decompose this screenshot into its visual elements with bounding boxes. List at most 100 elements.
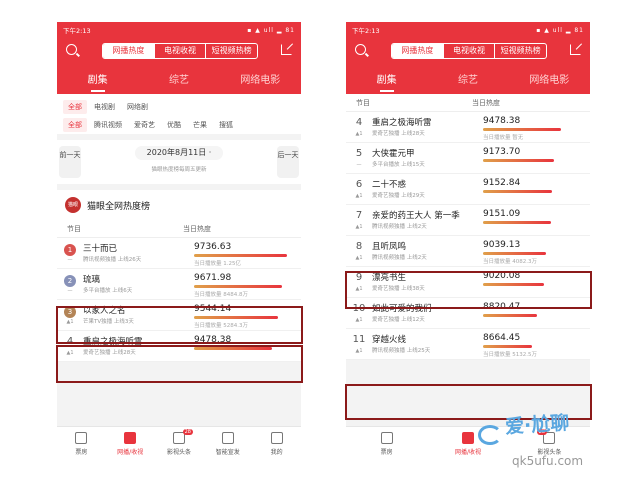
show-platform: 爱奇艺独播 上线29天 — [372, 193, 425, 199]
col-heat-header: 当日热度 — [183, 224, 211, 233]
tab-web-movie[interactable]: 网络电影 — [220, 71, 301, 86]
seg-short-video[interactable]: 短视频热榜 — [494, 44, 546, 58]
update-note: 猫眼热度榜每周五更新 — [151, 167, 207, 173]
filter-mango[interactable]: 芒果 — [188, 118, 212, 132]
list-item[interactable]: 8 ▲1 且听凤鸣 腾讯视频独播 上线2天 9039.13 当日播放量 4082.3万 — [346, 236, 590, 267]
show-platform: 腾讯视频独播 上线26天 — [83, 257, 142, 263]
rank-list: 节目 当日热度 4 ▲1 重启之极海听雷 爱奇艺独播 上线28天 9478.38 当日播放… — [346, 94, 590, 360]
rank-number: 7 — [355, 210, 363, 221]
list-item[interactable]: 5 — 大侠霍元甲 多平台播放 上线15天 9173.70 — [346, 143, 590, 174]
rank-change: ▲1 — [355, 255, 363, 261]
status-icons: ▪ ▲ ull ▂ 81 — [247, 26, 295, 34]
seg-tv-ratings[interactable]: 电视收视 — [442, 44, 495, 58]
show-platform: 多平台播放 上线15天 — [372, 162, 425, 168]
show-title: 琉璃 — [83, 275, 101, 285]
list-item[interactable]: 7 ▲1 亲爱的药王大人 第一季 腾讯视频独播 上线2天 9151.09 — [346, 205, 590, 236]
show-title: 二十不惑 — [372, 180, 407, 190]
rank-change: ▲1 — [355, 224, 363, 230]
rank-number: 1 — [64, 244, 76, 256]
rank-number: 8 — [355, 241, 363, 252]
seg-short-video[interactable]: 短视频热榜 — [205, 44, 257, 58]
rank-number: 4 — [355, 117, 363, 128]
highlight-box-yijiarenzhiming — [56, 345, 303, 383]
filter-tencent[interactable]: 腾讯视频 — [89, 118, 127, 132]
tab-news[interactable]: 影视头条 28 — [155, 427, 204, 460]
app-header: 下午2:13 ▪ ▲ ull ▂ 81 网播热度 电视收视 短视频热榜 剧集 综… — [346, 22, 590, 94]
segmented-control: 网播热度 电视收视 短视频热榜 — [391, 43, 547, 59]
col-title-header: 节目 — [356, 98, 370, 107]
show-platform: 爱奇艺独播 上线28天 — [372, 131, 425, 137]
phone-left: 下午2:13 ▪ ▲ ull ▂ 81 网播热度 电视收视 短视频热榜 剧集 综… — [57, 22, 301, 460]
next-day-button[interactable]: 后一天 — [277, 146, 299, 178]
tab-webplay[interactable]: 网播/收视 — [106, 427, 155, 460]
tab-label: 影视头条 — [166, 449, 191, 456]
rank-number: 5 — [355, 148, 363, 159]
share-icon[interactable] — [570, 44, 581, 55]
rank-change: — — [356, 162, 362, 168]
status-time: 下午2:13 — [352, 27, 380, 35]
show-title: 重启之极海听雷 — [372, 118, 432, 128]
rank-change: ▲1 — [355, 131, 363, 137]
show-title: 且听凤鸣 — [372, 242, 407, 252]
watermark-url: qk5ufu.com — [512, 454, 584, 468]
seg-web-heat[interactable]: 网播热度 — [103, 44, 154, 58]
tab-series[interactable]: 剧集 — [57, 71, 138, 92]
notification-badge: 28 — [182, 429, 193, 435]
maoyan-logo-icon: 猫眼 — [65, 197, 81, 213]
app-header: 下午2:13 ▪ ▲ ull ▂ 81 网播热度 电视收视 短视频热榜 剧集 综… — [57, 22, 301, 94]
rank-title: 猫眼全网热度榜 — [87, 201, 151, 212]
show-platform: 腾讯视频独播 上线2天 — [372, 224, 427, 230]
play-icon — [124, 432, 137, 444]
rank-change: — — [67, 288, 73, 294]
bottom-tab-bar: 票房 网播/收视 影视头条 28 智能宣发 我的 — [57, 426, 301, 460]
show-title: 大侠霍元甲 — [372, 149, 415, 159]
list-item[interactable]: 2— 琉璃 多平台播放 上线6天 9671.98 当日播放量 8484.8万 — [57, 269, 301, 300]
play-count: 当日播放量 4082.3万 — [483, 259, 537, 265]
tab-variety[interactable]: 综艺 — [427, 71, 508, 86]
heat-bar — [483, 190, 552, 193]
list-item[interactable]: 6 ▲1 二十不惑 爱奇艺独播 上线29天 9152.84 — [346, 174, 590, 205]
filter-panel: 全部 电视剧 网络剧 全部 腾讯视频 爱奇艺 优酷 芒果 搜狐 — [57, 94, 301, 134]
play-icon — [461, 432, 474, 444]
filter-sohu[interactable]: 搜狐 — [214, 118, 238, 132]
share-icon[interactable] — [281, 44, 292, 55]
seg-tv-ratings[interactable]: 电视收视 — [153, 44, 206, 58]
tab-promo[interactable]: 智能宣发 — [203, 427, 252, 460]
filter-youku[interactable]: 优酷 — [162, 118, 186, 132]
col-title-header: 节目 — [67, 224, 81, 233]
list-item[interactable]: 1— 三十而已 腾讯视频独播 上线26天 9736.63 当日播放量 1.25亿 — [57, 238, 301, 269]
filter-all-platform[interactable]: 全部 — [63, 118, 87, 132]
watermark-brand: 爱·尬聊 — [504, 411, 571, 439]
tab-series[interactable]: 剧集 — [346, 71, 427, 92]
filter-iqiyi[interactable]: 爱奇艺 — [129, 118, 160, 132]
highlight-box-qietingfengming — [345, 271, 592, 309]
tab-variety[interactable]: 综艺 — [138, 71, 219, 86]
seg-web-heat[interactable]: 网播热度 — [392, 44, 443, 58]
tab-web-movie[interactable]: 网络电影 — [509, 71, 590, 86]
show-title: 亲爱的药王大人 第一季 — [372, 211, 460, 221]
list-item[interactable]: 4 ▲1 重启之极海听雷 爱奇艺独播 上线28天 9478.38 当日播放量 暂无 — [346, 112, 590, 143]
search-icon[interactable] — [355, 44, 366, 55]
heat-bar — [483, 345, 532, 348]
play-count: 当日播放量 8484.8万 — [194, 292, 248, 298]
tab-boxoffice[interactable]: 票房 — [57, 427, 106, 460]
tab-label: 票房 — [380, 449, 393, 456]
filter-tv[interactable]: 电视剧 — [89, 100, 120, 114]
search-icon[interactable] — [66, 44, 77, 55]
category-tabs: 剧集 综艺 网络电影 — [346, 64, 590, 92]
date-picker[interactable]: 2020年8月11日 · — [135, 146, 223, 160]
filter-web[interactable]: 网络剧 — [122, 100, 153, 114]
prev-day-button[interactable]: 前一天 — [59, 146, 81, 178]
rank-change: ▲1 — [355, 348, 363, 354]
list-item[interactable]: 11 ▲1 穿越火线 腾讯视频独播 上线25天 8664.45 当日播放量 5132.5万 — [346, 329, 590, 360]
rank-change: — — [67, 257, 73, 263]
status-bar: 下午2:13 ▪ ▲ ull ▂ 81 — [346, 22, 590, 38]
heat-bar — [483, 252, 546, 255]
tab-boxoffice[interactable]: 票房 — [346, 427, 427, 460]
heat-value: 9039.13 — [483, 240, 521, 250]
rank-change: ▲1 — [355, 317, 363, 323]
filter-all-type[interactable]: 全部 — [63, 100, 87, 114]
calendar-icon — [380, 432, 393, 444]
tab-mine[interactable]: 我的 — [252, 427, 301, 460]
heat-value: 9671.98 — [194, 273, 232, 283]
